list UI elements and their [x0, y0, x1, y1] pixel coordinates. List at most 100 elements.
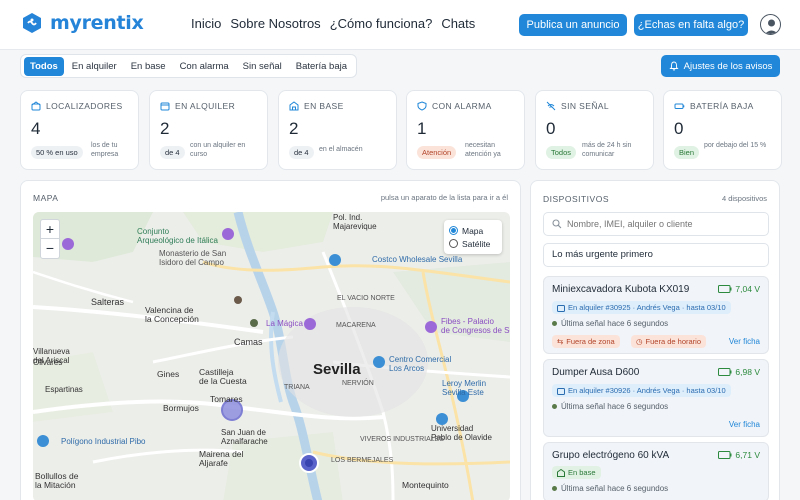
nav-sobre-nosotros[interactable]: Sobre Nosotros — [230, 16, 320, 31]
stat-label: EN ALQUILER — [175, 101, 236, 111]
battery-value: 6,98 V — [735, 367, 760, 377]
layer-option-satelite[interactable]: Satélite — [449, 237, 497, 250]
view-details-link[interactable]: Ver ficha — [729, 420, 760, 429]
stat-card-localizadores[interactable]: LOCALIZADORES 4 50 % en uso los de tu em… — [20, 90, 139, 170]
map-marker-icon — [250, 319, 258, 327]
map-poi-icon — [425, 321, 437, 333]
filter-bateria-baja[interactable]: Batería baja — [290, 57, 353, 76]
avatar[interactable] — [760, 14, 781, 35]
map-label-bollullos: Bollullos de la Mitación — [35, 471, 79, 491]
battery-value: 7,04 V — [735, 284, 760, 294]
stat-value: 2 — [289, 119, 299, 138]
map-poi-icon — [329, 254, 341, 266]
base-tag: En base — [552, 466, 601, 479]
device-signal: Última señal hace 6 segundos — [552, 484, 668, 493]
stat-card-sin-senal[interactable]: SIN SEÑAL 0 Todos más de 24 h sin comuni… — [535, 90, 654, 170]
filter-sin-senal[interactable]: Sin señal — [237, 57, 288, 76]
missing-button[interactable]: ¿Echas en falta algo? — [634, 14, 748, 36]
stat-card-en-alquiler[interactable]: EN ALQUILER 2 de 4 con un alquiler en cu… — [149, 90, 268, 170]
map-panel: MAPA pulsa un aparato de la lista para i… — [20, 180, 521, 500]
search-field[interactable] — [543, 212, 769, 236]
nav-chats[interactable]: Chats — [441, 16, 475, 31]
stat-card-con-alarma[interactable]: CON ALARMA 1 Atención necesitan atención… — [406, 90, 525, 170]
map-label-centro: Centro Comercial Los Arcos — [389, 355, 452, 373]
alerts-settings-button[interactable]: Ajustes de los avisos — [661, 55, 780, 77]
map-poi-icon — [222, 228, 234, 240]
signal-dot-icon — [552, 486, 557, 491]
battery-value: 6,71 V — [735, 450, 760, 460]
stat-pill: Atención — [417, 146, 457, 159]
map-label-viveros: VIVEROS INDUSTRIALES — [360, 436, 445, 443]
layer-option-mapa[interactable]: Mapa — [449, 224, 497, 237]
stat-pill: 50 % en uso — [31, 146, 83, 159]
map-label-bormujos: Bormujos — [163, 403, 199, 413]
map-poi-icon — [37, 435, 49, 447]
alarm-text: Fuera de horario — [645, 337, 701, 346]
logo-icon — [23, 13, 41, 33]
base-text: En base — [568, 468, 596, 477]
map-marker-icon — [234, 296, 242, 304]
signal-dot-icon — [552, 321, 557, 326]
device-signal: Última señal hace 6 segundos — [552, 402, 668, 411]
filter-todos[interactable]: Todos — [24, 56, 64, 76]
device-card[interactable]: Dumper Ausa D600 6,98 V En alquiler #309… — [543, 359, 769, 437]
map-title: MAPA — [33, 193, 59, 203]
signal-text: Última señal hace 6 segundos — [561, 402, 669, 411]
battery-icon — [718, 285, 732, 293]
device-battery: 6,71 V — [718, 450, 760, 460]
sort-select[interactable]: Lo más urgente primero — [543, 243, 769, 267]
warehouse-icon — [557, 468, 565, 477]
main-nav: Inicio Sobre Nosotros ¿Cómo funciona? Ch… — [191, 16, 475, 31]
stat-pill: de 4 — [160, 146, 185, 159]
nav-como-funciona[interactable]: ¿Cómo funciona? — [330, 16, 433, 31]
alarm-tag: ◷ Fuera de horario — [631, 335, 706, 348]
radio-unchecked-icon — [449, 239, 458, 248]
zoom-out-button[interactable]: − — [41, 239, 59, 258]
rental-text: En alquiler #30926 · Andrés Vega · hasta… — [568, 386, 726, 395]
map-label-tomares: Tomares — [210, 394, 243, 404]
no-signal-icon — [546, 101, 556, 111]
view-details-link[interactable]: Ver ficha — [729, 337, 760, 346]
device-battery: 7,04 V — [718, 284, 760, 294]
top-header: myrentix Inicio Sobre Nosotros ¿Cómo fun… — [0, 0, 800, 50]
nav-inicio[interactable]: Inicio — [191, 16, 221, 31]
map-poi-icon — [373, 356, 385, 368]
clock-icon: ◷ — [636, 337, 643, 346]
map-label-sanjuan: San Juan de Aznalfarache — [221, 428, 268, 446]
map-view[interactable]: Conjunto Arqueológico de Itálica Monaster… — [33, 212, 510, 500]
devices-title: DISPOSITIVOS — [543, 194, 609, 204]
zoom-in-button[interactable]: + — [41, 220, 59, 239]
publish-button[interactable]: Publica un anuncio — [519, 14, 627, 36]
filter-en-base[interactable]: En base — [125, 57, 172, 76]
layer-label: Satélite — [462, 238, 491, 249]
map-label-espartinas: Espartinas — [45, 385, 83, 394]
device-card[interactable]: Grupo electrógeno 60 kVA 6,71 V En base … — [543, 442, 769, 500]
map-label-triana: TRIANA — [284, 384, 310, 391]
battery-icon — [718, 368, 732, 376]
brand-logo[interactable]: myrentix — [20, 11, 144, 35]
device-name: Dumper Ausa D600 — [552, 367, 640, 378]
map-hint: pulsa un aparato de la lista para ir a é… — [380, 193, 508, 202]
search-input[interactable] — [567, 219, 757, 229]
stat-value: 1 — [417, 119, 427, 138]
stat-card-en-base[interactable]: EN BASE 2 de 4 en el almacén — [278, 90, 397, 170]
map-label-fibes: Fibes - Palacio de Congresos de Sevilla — [441, 317, 510, 335]
stat-sub: por debajo del 15 % — [704, 142, 767, 149]
stat-sub: con un alquiler en curso — [190, 142, 246, 158]
stat-pill: de 4 — [289, 146, 314, 159]
map-label-camas: Camas — [234, 337, 263, 347]
device-card[interactable]: Miniexcavadora Kubota KX019 7,04 V En al… — [543, 276, 769, 354]
map-label-mairena: Mairena del Aljarafe — [199, 449, 244, 469]
device-battery: 6,98 V — [718, 367, 760, 377]
brand-name: myrentix — [50, 12, 144, 34]
stat-pill: Todos — [546, 146, 577, 159]
filter-en-alquiler[interactable]: En alquiler — [66, 57, 123, 76]
signal-text: Última señal hace 6 segundos — [561, 484, 669, 493]
stat-card-bateria-baja[interactable]: BATERÍA BAJA 0 Bien por debajo del 15 % — [663, 90, 782, 170]
device-signal: Última señal hace 6 segundos — [552, 319, 668, 328]
device-name: Grupo electrógeno 60 kVA — [552, 450, 670, 461]
stat-value: 0 — [674, 119, 684, 138]
calendar-icon — [160, 102, 170, 111]
filter-con-alarma[interactable]: Con alarma — [174, 57, 235, 76]
radio-checked-icon — [449, 226, 458, 235]
